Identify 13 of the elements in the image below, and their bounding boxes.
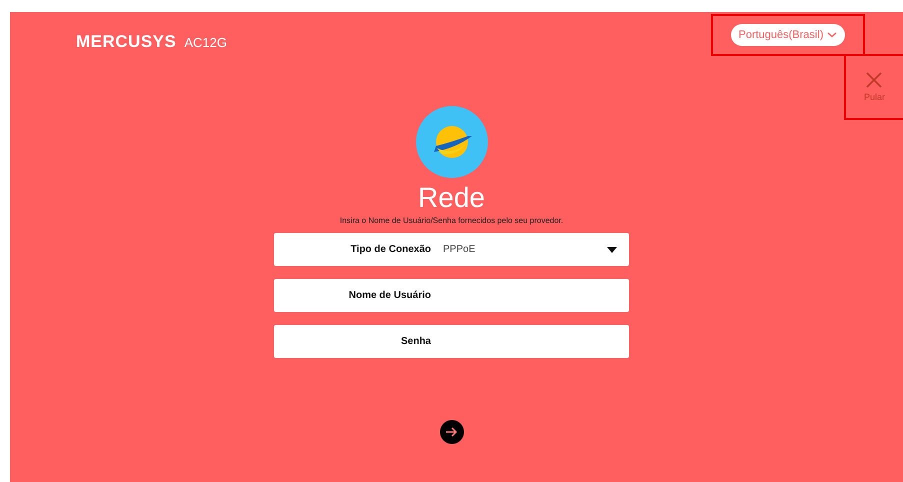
- model-name: AC12G: [184, 35, 227, 50]
- arrow-right-icon: [446, 427, 458, 437]
- input-field[interactable]: Nome de Usuário: [274, 279, 629, 312]
- page-title: Rede: [418, 182, 485, 214]
- instruction-text: Insira o Nome de Usuário/Senha fornecidos pelo seu provedor.: [340, 216, 564, 225]
- planet-icon: [416, 106, 488, 178]
- caret-icon: [607, 246, 617, 252]
- connection-type-dropdown[interactable]: Tipo de Conexão PPPoE: [274, 233, 629, 266]
- close-icon: [866, 72, 882, 88]
- brand-logo: MERCUSYS: [76, 32, 176, 52]
- chevron-down-icon: [827, 32, 838, 38]
- next-button[interactable]: [440, 420, 464, 444]
- input-field[interactable]: Senha: [274, 325, 629, 358]
